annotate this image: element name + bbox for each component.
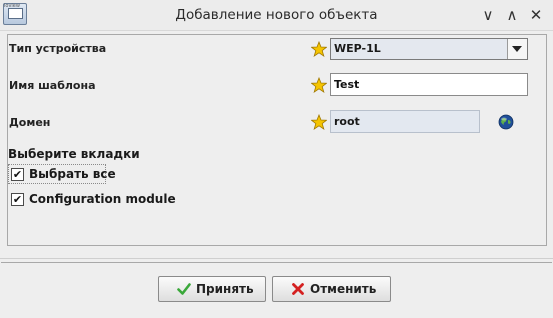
collapse-window-button[interactable]: ∨ (478, 5, 498, 25)
domain-field: root (330, 110, 480, 133)
close-icon: ✕ (529, 6, 543, 24)
domain-value: root (334, 115, 360, 128)
dropdown-arrow-icon[interactable] (507, 39, 527, 59)
required-star-icon (311, 77, 327, 93)
select-all-checkbox[interactable]: ✔ (11, 168, 24, 181)
configuration-module-checkbox[interactable]: ✔ (11, 193, 24, 206)
cross-icon (292, 283, 304, 295)
expand-window-button[interactable]: ∧ (502, 5, 522, 25)
close-window-button[interactable]: ✕ (526, 5, 546, 25)
globe-icon[interactable] (498, 114, 514, 130)
template-name-label: Имя шаблона (9, 79, 96, 92)
configuration-module-label[interactable]: Configuration module (29, 192, 176, 206)
domain-label: Домен (9, 116, 51, 129)
template-name-input[interactable] (330, 73, 528, 96)
device-type-value: WEP-1L (334, 42, 381, 55)
divider (0, 258, 553, 259)
required-star-icon (311, 41, 327, 57)
select-all-label[interactable]: Выбрать все (29, 167, 116, 181)
checkmark-icon (177, 283, 191, 295)
window-title: Добавление нового объекта (175, 7, 378, 23)
cancel-button-label: Отменить (310, 282, 377, 296)
tabs-section-heading: Выберите вкладки (8, 147, 140, 161)
chevron-down-icon: ∨ (482, 6, 494, 24)
required-star-icon (311, 114, 327, 130)
accept-button-label: Принять (196, 282, 254, 296)
cancel-button[interactable]: Отменить (272, 276, 391, 302)
title-bar: ioview Добавление нового объекта ∨ ∧ ✕ (0, 0, 553, 31)
form-panel (7, 34, 547, 246)
device-type-label: Тип устройства (9, 42, 107, 55)
accept-button[interactable]: Принять (158, 276, 266, 302)
chevron-up-icon: ∧ (506, 6, 518, 24)
device-type-select[interactable]: WEP-1L (330, 38, 528, 60)
